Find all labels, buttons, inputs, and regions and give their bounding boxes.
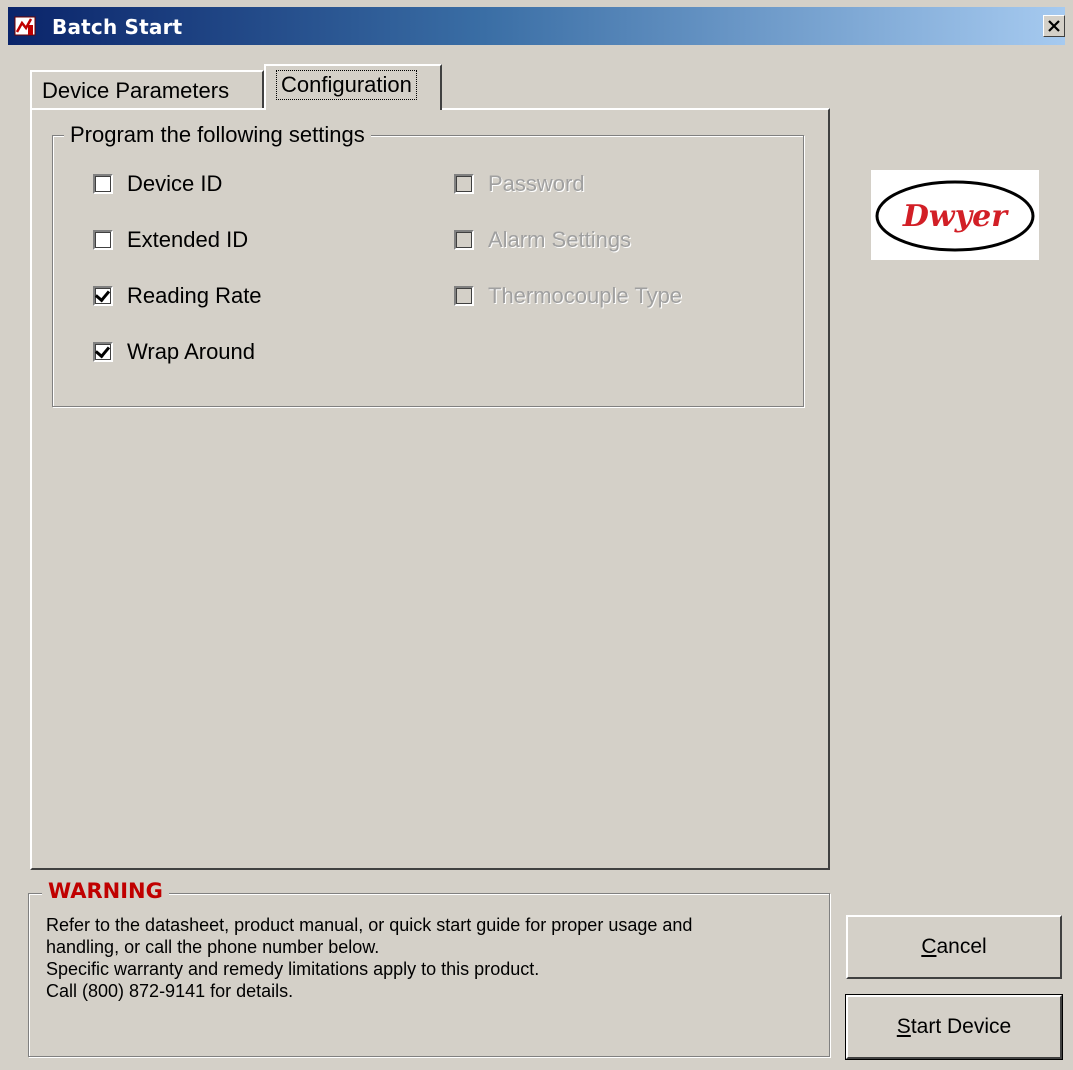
dwyer-logo: Dwyer	[871, 170, 1039, 260]
checkbox-thermocouple-type-label: Thermocouple Type	[488, 283, 683, 308]
checkbox-password-box	[454, 174, 474, 194]
cancel-button[interactable]: Cancel	[846, 915, 1062, 979]
checkbox-password-label: Password	[488, 171, 585, 196]
checkbox-device-id-label: Device ID	[127, 171, 223, 196]
checkbox-thermocouple-type: Thermocouple Type	[454, 281, 682, 311]
checkbox-reading-rate[interactable]: Reading Rate	[93, 281, 262, 311]
checkbox-alarm-settings-label: Alarm Settings	[488, 227, 632, 252]
close-icon	[1048, 20, 1060, 32]
checkbox-extended-id[interactable]: Extended ID	[93, 225, 248, 255]
checkbox-alarm-settings-box	[454, 230, 474, 250]
warning-line: Specific warranty and remedy limitations…	[46, 959, 540, 979]
close-button[interactable]	[1043, 15, 1065, 37]
checkbox-password: Password	[454, 169, 585, 199]
warning-line: Call (800) 872-9141 for details.	[46, 981, 294, 1001]
checkbox-extended-id-label: Extended ID	[127, 227, 249, 252]
title-bar[interactable]: Batch Start	[8, 7, 1065, 45]
tab-device-parameters-label: Device Parameters	[42, 78, 230, 103]
tab-configuration-label: Configuration	[276, 70, 417, 100]
batch-start-dialog: Batch Start Device Parameters Configurat…	[0, 0, 1073, 1070]
start-device-button[interactable]: Start Device	[845, 994, 1063, 1060]
checkbox-reading-rate-label: Reading Rate	[127, 283, 262, 308]
warning-text: Refer to the datasheet, product manual, …	[46, 914, 826, 1002]
tab-configuration[interactable]: Configuration	[264, 64, 442, 110]
warning-title: WARNING	[42, 879, 169, 903]
active-tab-joint	[266, 106, 438, 110]
start-mnemonic: S	[896, 1015, 911, 1038]
window-title: Batch Start	[52, 15, 183, 39]
svg-text:Dwyer: Dwyer	[902, 199, 1009, 234]
cancel-mnemonic: C	[921, 935, 937, 958]
app-icon	[14, 15, 36, 37]
checkbox-alarm-settings: Alarm Settings	[454, 225, 631, 255]
checkbox-extended-id-box[interactable]	[93, 230, 113, 250]
warning-line: Refer to the datasheet, product manual, …	[46, 915, 693, 935]
cancel-label-rest: ancel	[936, 935, 987, 958]
checkbox-wrap-around-label: Wrap Around	[127, 339, 256, 364]
warning-line: handling, or call the phone number below…	[46, 937, 380, 957]
tab-device-parameters[interactable]: Device Parameters	[30, 70, 264, 108]
checkbox-device-id-box[interactable]	[93, 174, 113, 194]
checkbox-device-id[interactable]: Device ID	[93, 169, 222, 199]
checkbox-reading-rate-box[interactable]	[93, 286, 113, 306]
checkbox-wrap-around-box[interactable]	[93, 342, 113, 362]
checkbox-thermocouple-type-box	[454, 286, 474, 306]
checkbox-wrap-around[interactable]: Wrap Around	[93, 337, 255, 367]
settings-group-legend: Program the following settings	[64, 122, 371, 148]
start-label-rest: tart Device	[910, 1015, 1012, 1038]
